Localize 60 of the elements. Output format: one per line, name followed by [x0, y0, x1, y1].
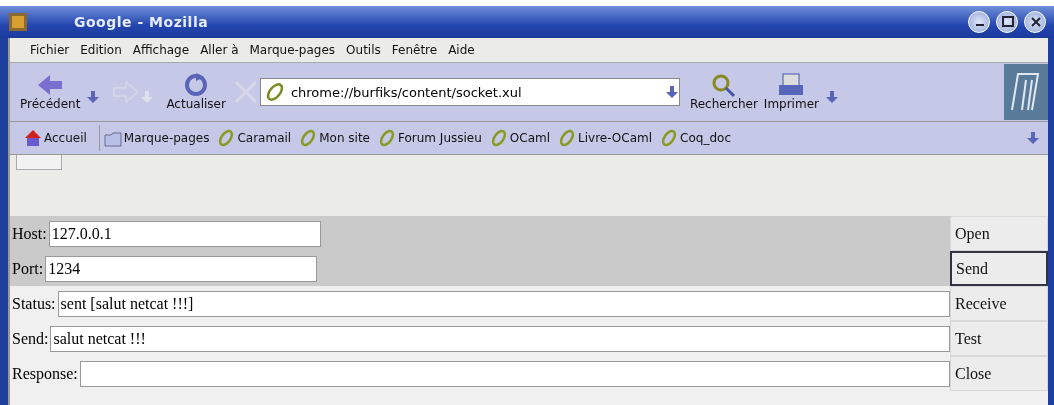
field-label: Status: [12, 294, 56, 313]
field-label: Host: [12, 224, 47, 243]
toolbar-button[interactable]: Précédent [20, 73, 81, 111]
menu-item[interactable]: Marque-pages [249, 43, 336, 57]
bookmark-item[interactable]: Coq_doc [660, 129, 731, 147]
dropdown-arrow-icon[interactable] [824, 90, 839, 104]
logo-icon [1004, 64, 1048, 120]
paperclip-icon [489, 129, 508, 147]
maximize-button[interactable] [996, 11, 1018, 33]
bookmark-item[interactable]: Caramail [217, 129, 292, 147]
paperclip-icon [299, 129, 318, 147]
menu-item[interactable]: Affichage [132, 43, 190, 57]
form-button[interactable]: Close [950, 356, 1048, 391]
field-label: Send: [12, 329, 49, 348]
bookmark-item[interactable]: Forum Jussieu [378, 129, 482, 147]
menu-item[interactable]: Aide [448, 43, 475, 57]
dropdown-arrow-icon[interactable] [664, 85, 679, 99]
input-field[interactable]: salut netcat !!! [50, 325, 950, 352]
bookmark-item[interactable]: Mon site [299, 129, 370, 147]
paperclip-icon [660, 129, 679, 147]
minimize-button[interactable] [968, 11, 990, 33]
close-button[interactable] [1024, 11, 1046, 33]
tab[interactable] [16, 155, 62, 170]
form-button[interactable]: Send [950, 251, 1048, 286]
input-field[interactable] [79, 360, 950, 387]
folder-icon [103, 129, 122, 147]
toolbar-button[interactable]: Actualiser [166, 73, 226, 111]
input-field[interactable]: sent [salut netcat !!!] [57, 290, 950, 317]
house-icon [24, 129, 42, 147]
field-label: Response: [12, 364, 78, 383]
window-title: Google - Mozilla [74, 14, 210, 30]
menu-item[interactable]: Outils [346, 43, 381, 57]
form-button[interactable]: Test [950, 321, 1048, 356]
bookmark-item[interactable]: OCaml [489, 129, 551, 147]
minimize-icon [976, 24, 984, 26]
printer-icon [777, 73, 806, 97]
input-field[interactable]: 127.0.0.1 [48, 220, 321, 247]
toolbar-button[interactable]: Rechercher [689, 73, 758, 111]
paperclip-icon [558, 129, 577, 147]
dropdown-arrow-icon[interactable] [86, 90, 101, 104]
form-button[interactable]: Open [950, 216, 1048, 251]
form-button[interactable]: Receive [950, 286, 1048, 321]
bookmark-item[interactable]: Accueil [24, 129, 87, 147]
toolbar-button[interactable]: Imprimer [763, 73, 819, 111]
menu-item[interactable]: Fichier [30, 43, 70, 57]
dropdown-arrow-icon[interactable] [1026, 131, 1040, 145]
paperclip-icon [264, 82, 285, 102]
menu-item[interactable]: Edition [80, 43, 122, 57]
maximize-icon [1002, 16, 1014, 27]
field-label: Port: [12, 259, 44, 278]
paperclip-icon [378, 129, 396, 147]
menu-item[interactable]: Fenêtre [391, 43, 438, 57]
bookmark-item[interactable]: Livre-OCaml [558, 129, 653, 147]
close-icon [1031, 17, 1041, 27]
app-icon [8, 12, 28, 32]
paperclip-icon [217, 129, 236, 147]
input-field[interactable]: 1234 [45, 255, 318, 282]
bookmark-item[interactable]: Marque-pages [103, 129, 210, 147]
address-bar[interactable]: chrome://burfiks/content/socket.xul [259, 78, 680, 106]
menu-item[interactable]: Aller à [200, 43, 239, 57]
